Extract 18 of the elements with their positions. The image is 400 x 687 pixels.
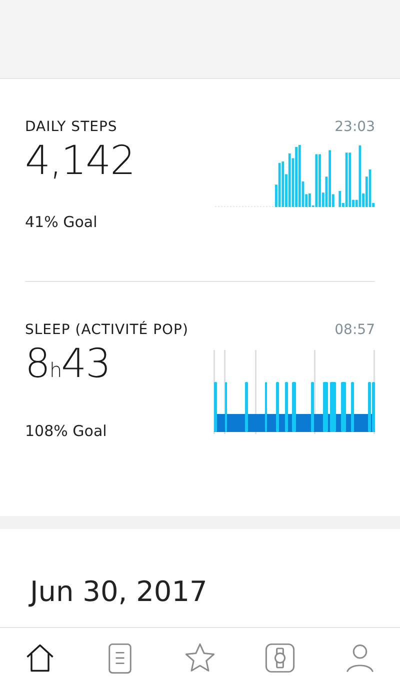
sleep-bar [323,382,328,432]
goal-text: 108% Goal [25,422,108,440]
metric-title: DAILY STEPS [25,119,118,135]
goal-text: 41% Goal [25,213,98,231]
sleep-bar [214,382,217,432]
sleep-bar [245,382,248,432]
metric-title: SLEEP (ACTIVITÉ POP) [25,322,188,338]
sleep-bar [276,382,279,432]
sleep-bar [341,382,346,432]
metric-value: 4,142 [25,137,135,186]
metric-time: 08:57 [334,322,375,338]
sleep-bar [330,382,336,432]
sleep-bar [311,382,314,432]
sleep-bar [285,382,288,432]
metric-time: 23:03 [334,119,375,135]
sleep-bar [292,382,296,432]
date-heading: Jun 30, 2017 [30,577,208,607]
sleep-bar [351,382,354,432]
